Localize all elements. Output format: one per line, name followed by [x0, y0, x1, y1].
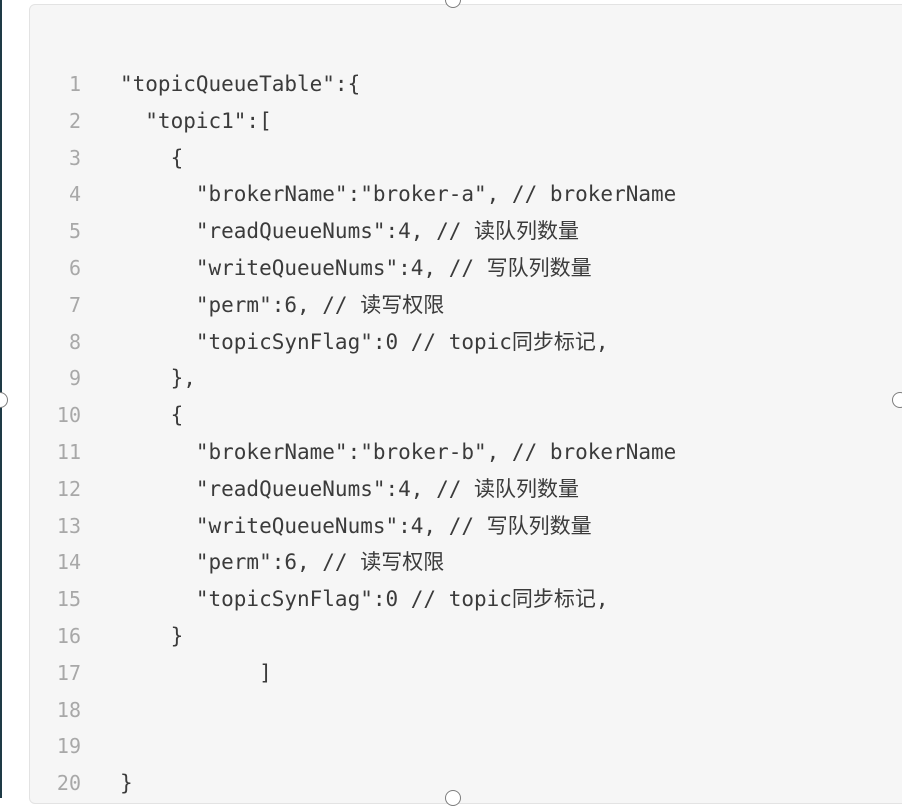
code-line: 20} [30, 765, 900, 802]
line-number: 2 [68, 108, 81, 133]
code-line: 9 }, [30, 360, 900, 397]
line-text: } [120, 771, 133, 796]
line-number: 6 [68, 255, 81, 280]
line-number: 9 [68, 366, 81, 391]
line-text: "topicSynFlag":0 // topic同步标记, [120, 587, 609, 612]
code-lines: 1 "topicQueueTable":{ 2 "topic1":[ 3 { 4 … [30, 66, 900, 802]
line-number: 17 [56, 660, 81, 685]
code-block[interactable]: 1 "topicQueueTable":{ 2 "topic1":[ 3 { 4 … [29, 4, 902, 804]
code-line: 16 } [30, 618, 900, 655]
line-number: 16 [56, 623, 81, 648]
resize-handle-right[interactable] [892, 392, 902, 408]
line-text: "perm":6, // 读写权限 [120, 550, 445, 575]
line-text: "perm":6, // 读写权限 [120, 292, 445, 317]
line-text: "writeQueueNums":4, // 写队列数量 [120, 513, 592, 538]
line-text: "topicQueueTable":{ [120, 72, 361, 96]
line-number: 18 [56, 697, 81, 722]
code-line: 11 "brokerName":"broker-b", // brokerNam… [30, 434, 900, 471]
line-number: 8 [68, 329, 81, 354]
line-number: 13 [56, 513, 81, 538]
line-number: 1 [68, 72, 81, 96]
line-number: 15 [56, 587, 81, 612]
line-text: "brokerName":"broker-a", // brokerName [120, 182, 677, 207]
line-text: ] [120, 660, 272, 685]
code-line: 7 "perm":6, // 读写权限 [30, 287, 900, 324]
line-number: 7 [68, 292, 81, 317]
code-line: 12 "readQueueNums":4, // 读队列数量 [30, 471, 900, 508]
code-line: 14 "perm":6, // 读写权限 [30, 544, 900, 581]
line-text: }, [120, 366, 196, 391]
code-line: 1 "topicQueueTable":{ [30, 66, 900, 103]
code-line: 15 "topicSynFlag":0 // topic同步标记, [30, 581, 900, 618]
line-text: "writeQueueNums":4, // 写队列数量 [120, 255, 592, 280]
line-number: 3 [68, 145, 81, 170]
line-text: "readQueueNums":4, // 读队列数量 [120, 476, 580, 501]
line-number: 12 [56, 476, 81, 501]
code-line: 2 "topic1":[ [30, 103, 900, 140]
code-line: 19 [30, 728, 900, 765]
line-text: { [120, 403, 184, 428]
line-number: 10 [56, 403, 81, 428]
line-text: } [120, 623, 184, 648]
line-number: 11 [56, 439, 81, 464]
line-text: "readQueueNums":4, // 读队列数量 [120, 219, 580, 244]
line-number: 14 [56, 550, 81, 575]
code-line: 13 "writeQueueNums":4, // 写队列数量 [30, 508, 900, 545]
screenshot-frame: 1 "topicQueueTable":{ 2 "topic1":[ 3 { 4 … [0, 0, 902, 806]
line-text: { [120, 145, 184, 170]
code-line: 5 "readQueueNums":4, // 读队列数量 [30, 213, 900, 250]
code-line: 18 [30, 692, 900, 729]
code-line: 3 { [30, 140, 900, 177]
line-text: "topicSynFlag":0 // topic同步标记, [120, 329, 609, 354]
line-text: "brokerName":"broker-b", // brokerName [120, 439, 677, 464]
line-number: 4 [68, 182, 81, 207]
code-line: 8 "topicSynFlag":0 // topic同步标记, [30, 324, 900, 361]
line-number: 5 [68, 219, 81, 244]
line-number: 19 [56, 734, 81, 759]
resize-handle-bottom[interactable] [445, 790, 461, 806]
line-number: 20 [56, 771, 81, 796]
line-text: "topic1":[ [120, 108, 272, 133]
code-line: 17 ] [30, 655, 900, 692]
resize-handle-left[interactable] [0, 392, 8, 408]
code-line: 10 { [30, 397, 900, 434]
code-line: 4 "brokerName":"broker-a", // brokerName [30, 176, 900, 213]
code-line: 6 "writeQueueNums":4, // 写队列数量 [30, 250, 900, 287]
